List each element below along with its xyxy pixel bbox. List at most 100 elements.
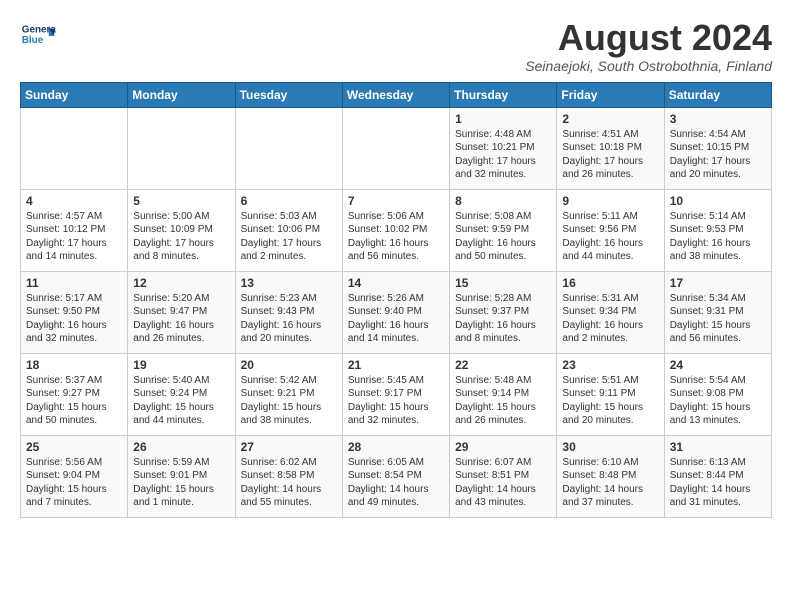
- day-number: 14: [348, 276, 444, 290]
- cell-w4-d5: 23 Sunrise: 5:51 AMSunset: 9:11 PMDayligh…: [557, 353, 664, 435]
- header: General Blue August 2024 Seinaejoki, Sou…: [20, 18, 772, 74]
- day-number: 19: [133, 358, 229, 372]
- day-number: 22: [455, 358, 551, 372]
- cell-w3-d0: 11 Sunrise: 5:17 AMSunset: 9:50 PMDayligh…: [21, 271, 128, 353]
- cell-w2-d6: 10 Sunrise: 5:14 AMSunset: 9:53 PMDayligh…: [664, 189, 771, 271]
- cell-w1-d3: [342, 107, 449, 189]
- day-number: 23: [562, 358, 658, 372]
- calendar-table: Sunday Monday Tuesday Wednesday Thursday…: [20, 82, 772, 518]
- cell-w4-d2: 20 Sunrise: 5:42 AMSunset: 9:21 PMDayligh…: [235, 353, 342, 435]
- cell-info: Sunrise: 5:40 AMSunset: 9:24 PMDaylight:…: [133, 374, 229, 428]
- cell-info: Sunrise: 5:54 AMSunset: 9:08 PMDaylight:…: [670, 374, 766, 428]
- cell-w1-d6: 3 Sunrise: 4:54 AMSunset: 10:15 PMDayligh…: [664, 107, 771, 189]
- day-number: 24: [670, 358, 766, 372]
- cell-info: Sunrise: 5:37 AMSunset: 9:27 PMDaylight:…: [26, 374, 122, 428]
- cell-info: Sunrise: 6:10 AMSunset: 8:48 PMDaylight:…: [562, 456, 658, 510]
- cell-w4-d3: 21 Sunrise: 5:45 AMSunset: 9:17 PMDayligh…: [342, 353, 449, 435]
- day-number: 5: [133, 194, 229, 208]
- cell-info: Sunrise: 4:57 AMSunset: 10:12 PMDaylight…: [26, 210, 122, 264]
- day-number: 9: [562, 194, 658, 208]
- cell-w1-d1: [128, 107, 235, 189]
- cell-info: Sunrise: 6:05 AMSunset: 8:54 PMDaylight:…: [348, 456, 444, 510]
- cell-w1-d4: 1 Sunrise: 4:48 AMSunset: 10:21 PMDayligh…: [450, 107, 557, 189]
- day-number: 4: [26, 194, 122, 208]
- day-number: 16: [562, 276, 658, 290]
- cell-info: Sunrise: 5:14 AMSunset: 9:53 PMDaylight:…: [670, 210, 766, 264]
- cell-info: Sunrise: 4:51 AMSunset: 10:18 PMDaylight…: [562, 128, 658, 182]
- cell-w4-d4: 22 Sunrise: 5:48 AMSunset: 9:14 PMDayligh…: [450, 353, 557, 435]
- cell-info: Sunrise: 5:11 AMSunset: 9:56 PMDaylight:…: [562, 210, 658, 264]
- cell-w5-d1: 26 Sunrise: 5:59 AMSunset: 9:01 PMDayligh…: [128, 435, 235, 517]
- week-row-1: 1 Sunrise: 4:48 AMSunset: 10:21 PMDayligh…: [21, 107, 772, 189]
- cell-info: Sunrise: 6:07 AMSunset: 8:51 PMDaylight:…: [455, 456, 551, 510]
- cell-w1-d5: 2Sunrise: 4:51 AMSunset: 10:18 PMDayligh…: [557, 107, 664, 189]
- day-number: 3: [670, 112, 766, 126]
- cell-info: Sunrise: 5:56 AMSunset: 9:04 PMDaylight:…: [26, 456, 122, 510]
- cell-w2-d4: 8Sunrise: 5:08 AMSunset: 9:59 PMDaylight…: [450, 189, 557, 271]
- cell-w1-d2: [235, 107, 342, 189]
- week-row-5: 25Sunrise: 5:56 AMSunset: 9:04 PMDayligh…: [21, 435, 772, 517]
- day-number: 30: [562, 440, 658, 454]
- day-number: 11: [26, 276, 122, 290]
- cell-info: Sunrise: 5:23 AMSunset: 9:43 PMDaylight:…: [241, 292, 337, 346]
- week-row-4: 18 Sunrise: 5:37 AMSunset: 9:27 PMDayligh…: [21, 353, 772, 435]
- week-row-3: 11 Sunrise: 5:17 AMSunset: 9:50 PMDayligh…: [21, 271, 772, 353]
- cell-w2-d3: 7 Sunrise: 5:06 AMSunset: 10:02 PMDayligh…: [342, 189, 449, 271]
- title-block: August 2024 Seinaejoki, South Ostrobothn…: [525, 18, 772, 74]
- cell-w2-d1: 5Sunrise: 5:00 AMSunset: 10:09 PMDayligh…: [128, 189, 235, 271]
- day-number: 31: [670, 440, 766, 454]
- day-number: 28: [348, 440, 444, 454]
- cell-w3-d4: 15Sunrise: 5:28 AMSunset: 9:37 PMDayligh…: [450, 271, 557, 353]
- cell-w2-d2: 6 Sunrise: 5:03 AMSunset: 10:06 PMDayligh…: [235, 189, 342, 271]
- col-thursday: Thursday: [450, 82, 557, 107]
- col-wednesday: Wednesday: [342, 82, 449, 107]
- day-number: 21: [348, 358, 444, 372]
- cell-info: Sunrise: 5:48 AMSunset: 9:14 PMDaylight:…: [455, 374, 551, 428]
- cell-w5-d6: 31 Sunrise: 6:13 AMSunset: 8:44 PMDayligh…: [664, 435, 771, 517]
- month-year-title: August 2024: [525, 18, 772, 58]
- page: General Blue August 2024 Seinaejoki, Sou…: [0, 0, 792, 528]
- cell-w3-d2: 13 Sunrise: 5:23 AMSunset: 9:43 PMDayligh…: [235, 271, 342, 353]
- cell-info: Sunrise: 4:48 AMSunset: 10:21 PMDaylight…: [455, 128, 551, 182]
- day-number: 12: [133, 276, 229, 290]
- cell-info: Sunrise: 5:17 AMSunset: 9:50 PMDaylight:…: [26, 292, 122, 346]
- day-number: 13: [241, 276, 337, 290]
- cell-w5-d4: 29Sunrise: 6:07 AMSunset: 8:51 PMDayligh…: [450, 435, 557, 517]
- cell-w4-d6: 24 Sunrise: 5:54 AMSunset: 9:08 PMDayligh…: [664, 353, 771, 435]
- day-number: 6: [241, 194, 337, 208]
- location-subtitle: Seinaejoki, South Ostrobothnia, Finland: [525, 58, 772, 74]
- day-number: 1: [455, 112, 551, 126]
- cell-w5-d0: 25Sunrise: 5:56 AMSunset: 9:04 PMDayligh…: [21, 435, 128, 517]
- cell-info: Sunrise: 4:54 AMSunset: 10:15 PMDaylight…: [670, 128, 766, 182]
- cell-info: Sunrise: 6:13 AMSunset: 8:44 PMDaylight:…: [670, 456, 766, 510]
- cell-info: Sunrise: 5:42 AMSunset: 9:21 PMDaylight:…: [241, 374, 337, 428]
- cell-info: Sunrise: 5:03 AMSunset: 10:06 PMDaylight…: [241, 210, 337, 264]
- day-number: 15: [455, 276, 551, 290]
- cell-w5-d2: 27 Sunrise: 6:02 AMSunset: 8:58 PMDayligh…: [235, 435, 342, 517]
- cell-w3-d1: 12 Sunrise: 5:20 AMSunset: 9:47 PMDayligh…: [128, 271, 235, 353]
- day-number: 18: [26, 358, 122, 372]
- day-number: 7: [348, 194, 444, 208]
- cell-info: Sunrise: 5:06 AMSunset: 10:02 PMDaylight…: [348, 210, 444, 264]
- cell-info: Sunrise: 5:26 AMSunset: 9:40 PMDaylight:…: [348, 292, 444, 346]
- cell-info: Sunrise: 6:02 AMSunset: 8:58 PMDaylight:…: [241, 456, 337, 510]
- cell-w3-d5: 16 Sunrise: 5:31 AMSunset: 9:34 PMDayligh…: [557, 271, 664, 353]
- cell-w3-d3: 14 Sunrise: 5:26 AMSunset: 9:40 PMDayligh…: [342, 271, 449, 353]
- header-row: Sunday Monday Tuesday Wednesday Thursday…: [21, 82, 772, 107]
- cell-w3-d6: 17Sunrise: 5:34 AMSunset: 9:31 PMDayligh…: [664, 271, 771, 353]
- col-tuesday: Tuesday: [235, 82, 342, 107]
- cell-info: Sunrise: 5:20 AMSunset: 9:47 PMDaylight:…: [133, 292, 229, 346]
- col-friday: Friday: [557, 82, 664, 107]
- week-row-2: 4 Sunrise: 4:57 AMSunset: 10:12 PMDayligh…: [21, 189, 772, 271]
- day-number: 26: [133, 440, 229, 454]
- cell-info: Sunrise: 5:31 AMSunset: 9:34 PMDaylight:…: [562, 292, 658, 346]
- cell-info: Sunrise: 5:34 AMSunset: 9:31 PMDaylight:…: [670, 292, 766, 346]
- day-number: 20: [241, 358, 337, 372]
- cell-info: Sunrise: 5:59 AMSunset: 9:01 PMDaylight:…: [133, 456, 229, 510]
- cell-info: Sunrise: 5:51 AMSunset: 9:11 PMDaylight:…: [562, 374, 658, 428]
- col-sunday: Sunday: [21, 82, 128, 107]
- logo: General Blue: [20, 18, 56, 54]
- cell-info: Sunrise: 5:45 AMSunset: 9:17 PMDaylight:…: [348, 374, 444, 428]
- day-number: 10: [670, 194, 766, 208]
- day-number: 27: [241, 440, 337, 454]
